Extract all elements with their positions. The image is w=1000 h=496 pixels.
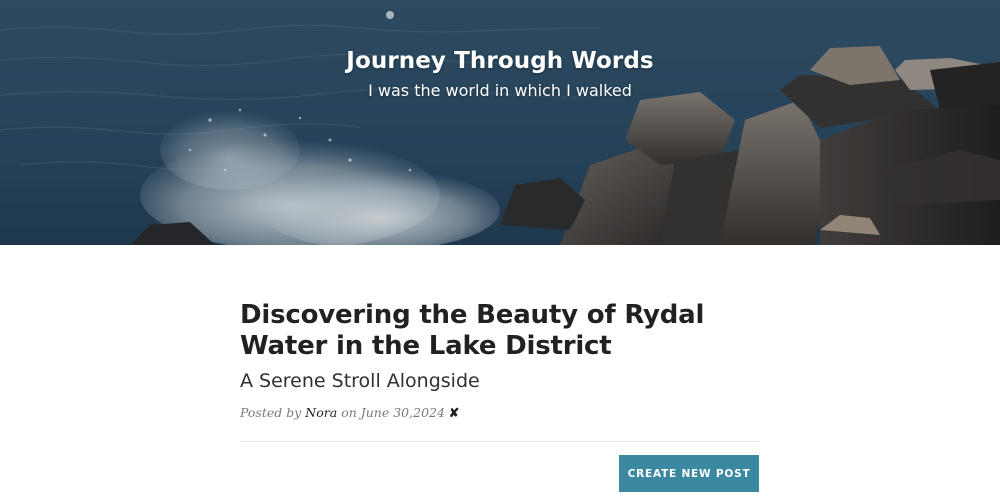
post-date: June 30,2024: [360, 405, 445, 420]
on-label: on: [341, 405, 357, 420]
divider: [240, 441, 760, 442]
site-subtitle: I was the world in which I walked: [368, 81, 632, 100]
post-preview: Discovering the Beauty of Rydal Water in…: [240, 300, 760, 420]
create-new-post-button[interactable]: CREATE NEW POST: [619, 455, 759, 492]
post-meta: Posted by Nora on June 30,2024 ✘: [240, 405, 760, 420]
header-text: Journey Through Words I was the world in…: [0, 48, 1000, 100]
site-title[interactable]: Journey Through Words: [0, 48, 1000, 74]
post-author: Nora: [305, 405, 338, 420]
header-hero: Journey Through Words I was the world in…: [0, 0, 1000, 245]
ocean-rocks-background-image: [0, 0, 1000, 245]
posted-by-label: Posted by: [240, 405, 302, 420]
post-title[interactable]: Discovering the Beauty of Rydal Water in…: [240, 300, 760, 362]
delete-post-icon[interactable]: ✘: [449, 405, 459, 420]
post-subtitle[interactable]: A Serene Stroll Alongside: [240, 369, 760, 393]
